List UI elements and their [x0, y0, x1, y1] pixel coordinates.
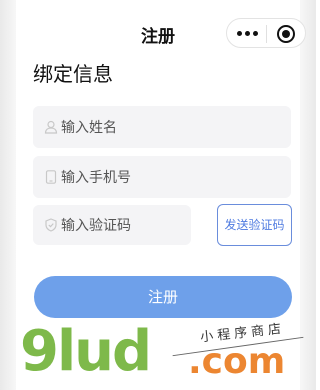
section-title: 绑定信息 [33, 62, 113, 86]
send-code-button[interactable]: 发送验证码 [217, 204, 292, 246]
code-placeholder: 输入验证码 [61, 218, 131, 234]
navigation-bar: 注册 [16, 0, 306, 64]
phone-input[interactable]: 输入手机号 [33, 156, 291, 198]
person-icon [44, 120, 58, 134]
miniprogram-capsule [226, 18, 306, 48]
target-circle-icon[interactable] [277, 25, 295, 43]
verification-code-input[interactable]: 输入验证码 [33, 205, 191, 245]
name-input[interactable]: 输入姓名 [33, 106, 291, 148]
watermark-suffix: .com [188, 341, 286, 382]
phone-icon [45, 170, 57, 184]
watermark-brand: 9lud [20, 319, 152, 384]
name-placeholder: 输入姓名 [61, 120, 117, 136]
phone-placeholder: 输入手机号 [61, 170, 131, 186]
more-dots-icon[interactable] [237, 31, 259, 37]
register-button[interactable]: 注册 [34, 276, 292, 318]
capsule-divider [266, 25, 267, 43]
watermark: 9lud 小程序商店 .com [12, 316, 312, 390]
shield-icon [45, 218, 57, 232]
